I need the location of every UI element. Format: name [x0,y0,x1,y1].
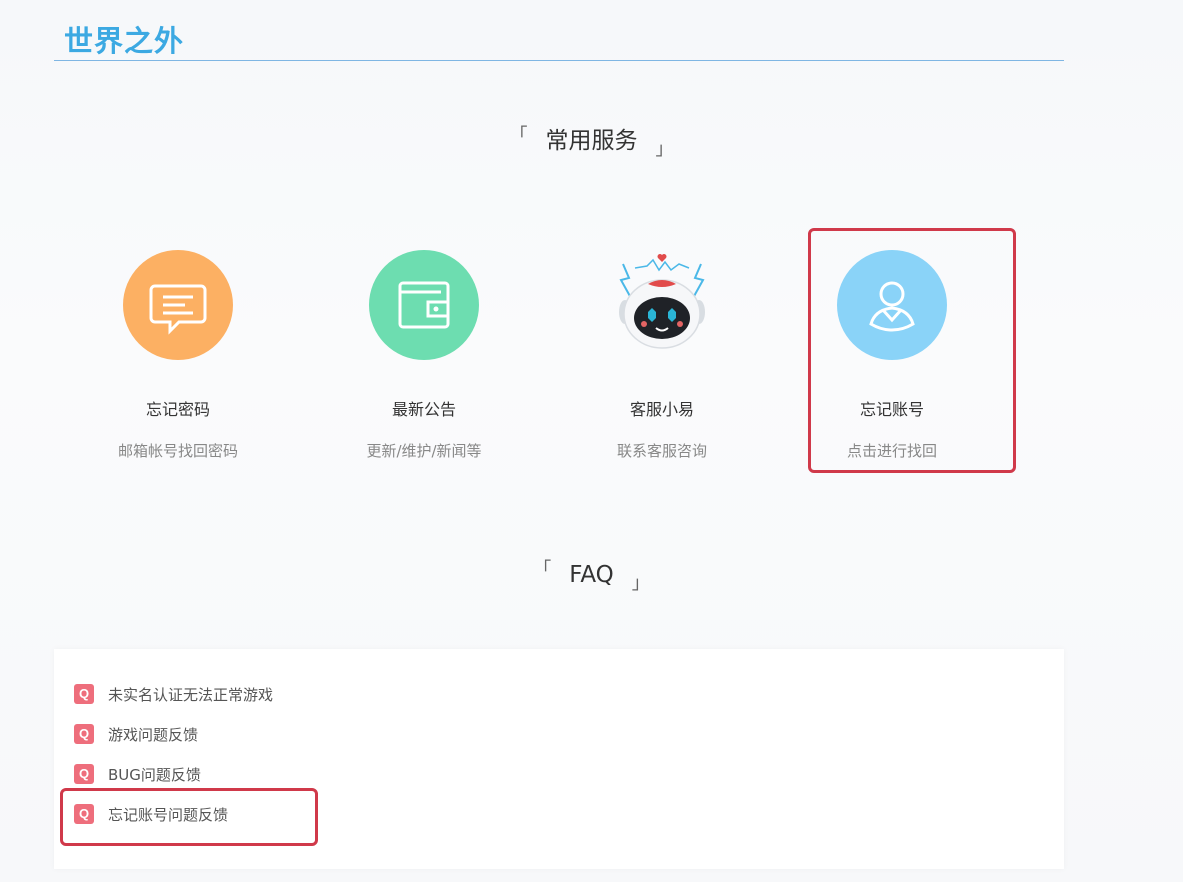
q-badge-icon: Q [74,764,94,784]
message-icon [123,250,233,360]
highlight-box-faq-forgot-account [60,788,318,846]
services-title-text: 常用服务 [545,128,638,154]
faq-item-bug-report[interactable]: Q BUG问题反馈 [74,762,201,786]
service-name: 客服小易 [629,400,694,419]
site-logo[interactable]: 世界之外 [64,18,184,60]
faq-title-text: FAQ [569,562,614,588]
faq-item-game-issue[interactable]: Q 游戏问题反馈 [74,722,198,746]
wallet-icon [369,250,479,360]
q-badge-icon: Q [74,724,94,744]
q-badge-icon: Q [74,684,94,704]
header: 世界之外 [54,0,1064,61]
faq-item-label: BUG问题反馈 [108,765,201,784]
service-customer-support[interactable]: 客服小易 联系客服咨询 [552,250,772,461]
service-name: 最新公告 [391,400,456,419]
service-forgot-password[interactable]: 忘记密码 邮箱帐号找回密码 [68,250,288,461]
faq-item-label: 游戏问题反馈 [108,725,199,744]
robot-mascot-icon [607,250,717,360]
faq-item-label: 未实名认证无法正常游戏 [108,685,274,704]
services-section-title: 「常用服务」 [509,125,674,160]
service-desc: 邮箱帐号找回密码 [117,442,238,460]
service-announcements[interactable]: 最新公告 更新/维护/新闻等 [314,250,534,461]
service-desc: 联系客服咨询 [616,442,707,460]
service-desc: 更新/维护/新闻等 [366,442,482,460]
faq-section-title: 「FAQ」 [533,559,650,594]
highlight-box-forgot-account [808,228,1016,473]
service-name: 忘记密码 [145,400,210,419]
faq-item-real-name[interactable]: Q 未实名认证无法正常游戏 [74,682,273,706]
